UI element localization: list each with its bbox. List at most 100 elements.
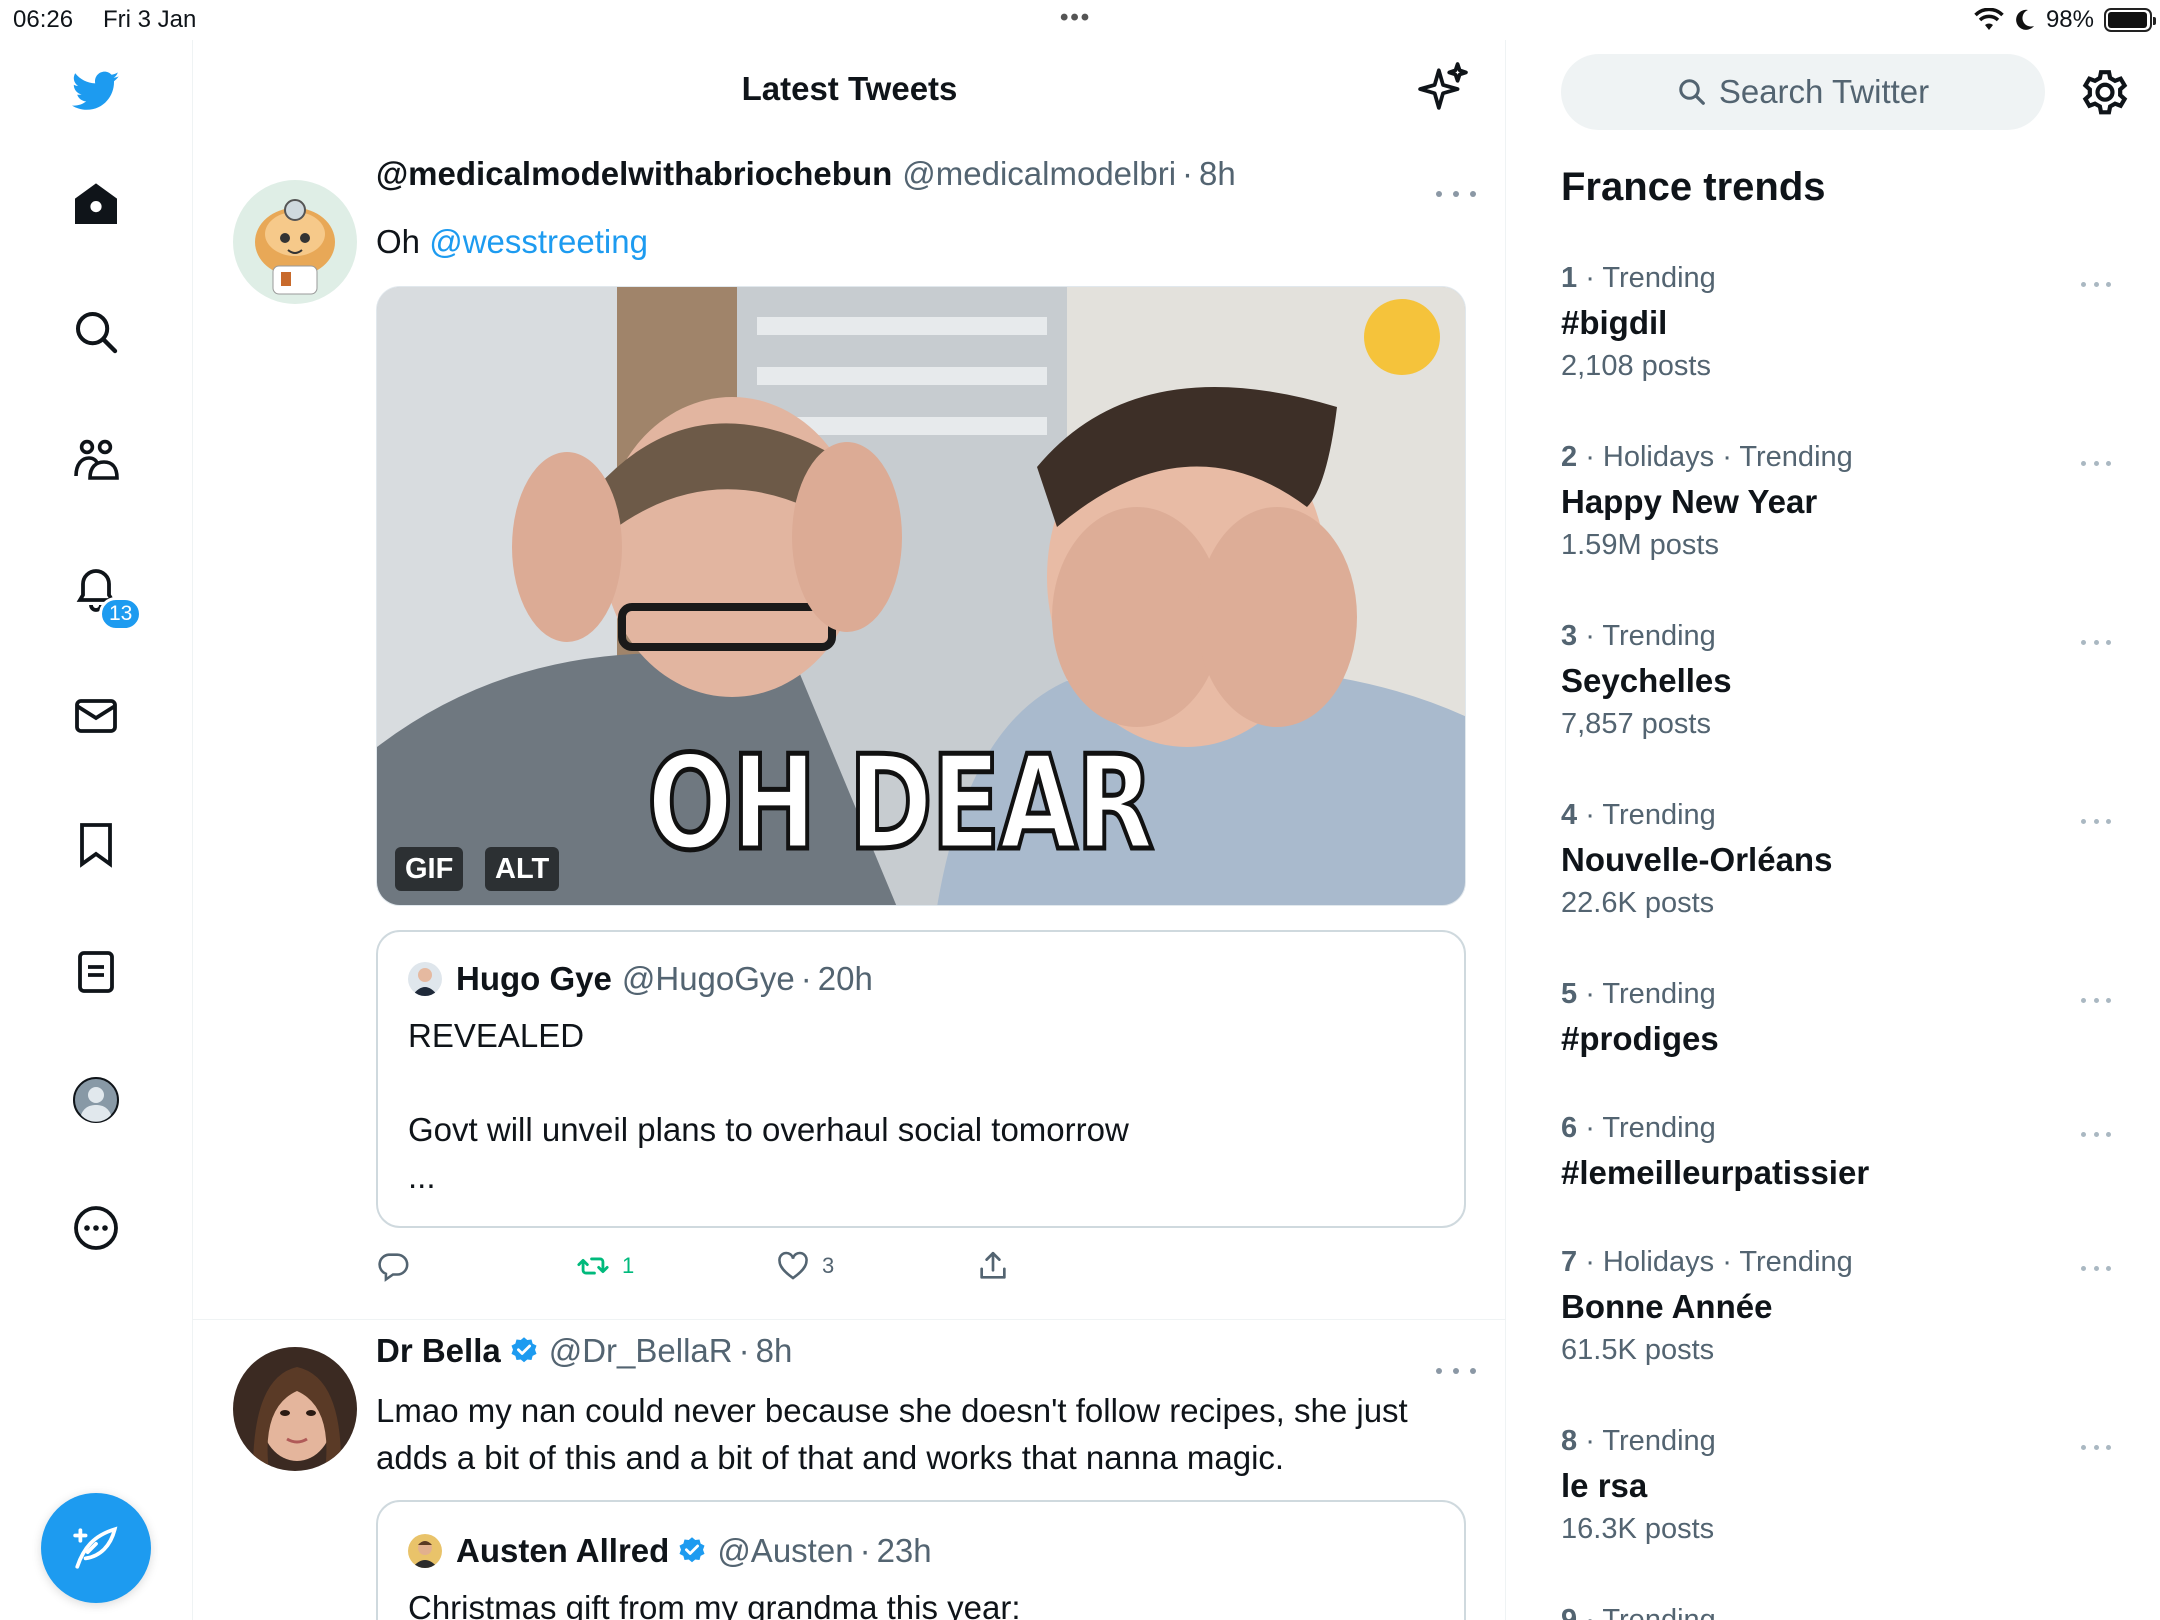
trend-rank: 4 xyxy=(1561,799,1578,831)
compose-tweet-icon xyxy=(73,1526,118,1569)
twitter-logo-icon[interactable] xyxy=(66,61,126,121)
notifications-badge: 13 xyxy=(99,597,143,631)
trend-post-count: 61.5K posts xyxy=(1561,1334,1715,1366)
separator-dot: · xyxy=(859,1532,871,1569)
tweet-header: Dr Bella @Dr_BellaR · 8h xyxy=(376,1329,792,1373)
trend-name: Seychelles xyxy=(1561,662,1732,699)
battery-icon xyxy=(2104,8,2156,32)
battery-percent: 98% xyxy=(2045,6,2094,33)
verified-badge-icon xyxy=(511,1337,537,1363)
trend-more-icon[interactable] xyxy=(2081,632,2111,652)
trend-post-count: 16.3K posts xyxy=(1561,1513,1715,1545)
trend-meta: 6 · Trending xyxy=(1561,1112,1716,1144)
trend-context: Trending xyxy=(1602,1112,1716,1144)
multitasking-dots-icon[interactable]: ••• xyxy=(1060,4,1091,32)
status-date: Fri 3 Jan xyxy=(103,6,197,33)
gear-icon[interactable] xyxy=(2077,64,2133,120)
author-handle[interactable]: @Dr_BellaR xyxy=(549,1332,733,1370)
quoted-tweet-text: REVEALED Govt will unveil plans to overh… xyxy=(408,1017,1129,1195)
trend-more-icon[interactable] xyxy=(2081,1124,2111,1144)
share-button[interactable] xyxy=(976,1246,1022,1286)
profile-avatar-icon[interactable] xyxy=(66,1070,126,1130)
search-placeholder: Search Twitter xyxy=(1718,73,1930,110)
mention-link[interactable]: @wesstreeting xyxy=(429,223,648,260)
trend-more-icon[interactable] xyxy=(2081,1258,2111,1278)
trend-meta: 9 · Trending xyxy=(1561,1604,1716,1620)
messages-icon[interactable] xyxy=(66,686,126,746)
quoted-tweet-header: Austen Allred @Austen · 23h xyxy=(456,1529,932,1573)
like-button[interactable]: 3 xyxy=(776,1246,834,1286)
trend-context: Trending xyxy=(1602,799,1716,831)
quoted-tweet-text: Christmas gift from my grandma this year… xyxy=(408,1589,1021,1620)
trend-meta: 7 · Holidays · Trending xyxy=(1561,1246,1853,1278)
trend-post-count: 22.6K posts xyxy=(1561,887,1715,919)
lists-icon[interactable] xyxy=(66,942,126,1002)
gif-caption: OH DEAR xyxy=(645,725,1156,882)
retweet-button[interactable]: 1 xyxy=(576,1246,634,1286)
quoted-author-name: Hugo Gye xyxy=(456,960,612,997)
page-title: Latest Tweets xyxy=(741,70,958,107)
trend-context: Holidays · Trending xyxy=(1602,441,1853,473)
search-icon[interactable] xyxy=(66,302,126,362)
avatar[interactable] xyxy=(233,180,357,304)
quoted-tweet-time: 20h xyxy=(817,960,873,997)
sparkle-icon[interactable] xyxy=(1418,62,1468,112)
status-indicators: 98% xyxy=(1974,6,2156,34)
tweet-more-icon[interactable] xyxy=(1436,1361,1476,1381)
trend-more-icon[interactable] xyxy=(2081,453,2111,473)
tweet-more-icon[interactable] xyxy=(1436,184,1476,204)
gif-media[interactable]: OH DEAR GIF ALT xyxy=(376,286,1466,906)
trend-name: Happy New Year xyxy=(1561,483,1818,520)
trend-rank: 6 xyxy=(1561,1112,1578,1144)
separator-dot: · xyxy=(1182,155,1194,192)
like-count: 3 xyxy=(822,1253,835,1278)
gif-badge: GIF xyxy=(395,847,464,891)
trend-more-icon[interactable] xyxy=(2081,274,2111,294)
tweet-time[interactable]: 8h xyxy=(1199,155,1236,193)
trend-context: Trending xyxy=(1602,978,1716,1010)
tweet-text-body: Oh xyxy=(376,223,421,260)
quoted-tweet[interactable]: Austen Allred @Austen · 23h Christmas gi… xyxy=(376,1500,1466,1620)
trend-more-icon[interactable] xyxy=(2081,990,2111,1010)
trend-meta: 5 · Trending xyxy=(1561,978,1716,1010)
left-navigation: 13 xyxy=(0,40,193,1620)
alt-badge[interactable]: ALT xyxy=(485,847,560,891)
wifi-icon xyxy=(1974,8,2004,30)
trend-meta: 8 · Trending xyxy=(1561,1425,1716,1457)
heart-icon xyxy=(778,1251,808,1280)
more-icon[interactable] xyxy=(66,1198,126,1258)
trend-rank: 2 xyxy=(1561,441,1578,473)
trend-more-icon[interactable] xyxy=(2081,811,2111,831)
tweet-time[interactable]: 8h xyxy=(756,1332,793,1370)
trend-meta: 3 · Trending xyxy=(1561,620,1716,652)
quoted-tweet[interactable]: Hugo Gye @HugoGye · 20h REVEALED Govt wi… xyxy=(376,930,1466,1228)
home-icon[interactable] xyxy=(66,174,126,234)
trend-rank: 5 xyxy=(1561,978,1578,1010)
quoted-tweet-header: Hugo Gye @HugoGye · 20h xyxy=(456,957,873,1001)
retweet-icon xyxy=(577,1257,609,1275)
tweet-text: Oh @wesstreeting xyxy=(376,218,648,265)
communities-icon[interactable] xyxy=(66,430,126,490)
compose-tweet-button[interactable] xyxy=(41,1493,151,1603)
trend-post-count: 7,857 posts xyxy=(1561,708,1711,740)
right-sidebar: Search Twitter France trends 1 · Trendin… xyxy=(1507,40,2160,1620)
battery-fill xyxy=(2108,12,2148,28)
trend-more-icon[interactable] xyxy=(2081,1616,2111,1620)
reply-button[interactable] xyxy=(376,1246,422,1286)
tweet[interactable]: @medicalmodelwithabriochebun @medicalmod… xyxy=(193,136,1505,1320)
quoted-author-handle: @Austen xyxy=(717,1532,854,1569)
moon-icon xyxy=(2016,9,2034,30)
timeline: Latest Tweets @medicalmodelwithabriocheb… xyxy=(193,40,1506,1620)
separator-dot: · xyxy=(738,1332,750,1369)
author-name[interactable]: Dr Bella xyxy=(376,1332,501,1370)
trend-context: Trending xyxy=(1602,1425,1716,1457)
avatar[interactable] xyxy=(233,1347,357,1471)
bookmarks-icon[interactable] xyxy=(66,814,126,874)
search-input[interactable]: Search Twitter xyxy=(1561,54,2045,130)
author-handle[interactable]: @medicalmodelbri xyxy=(902,155,1176,193)
trend-more-icon[interactable] xyxy=(2081,1437,2111,1457)
trend-rank: 8 xyxy=(1561,1425,1578,1457)
author-name[interactable]: @medicalmodelwithabriochebun xyxy=(376,155,892,193)
quoted-author-name: Austen Allred xyxy=(456,1532,670,1569)
trends-title: France trends xyxy=(1561,165,1826,209)
